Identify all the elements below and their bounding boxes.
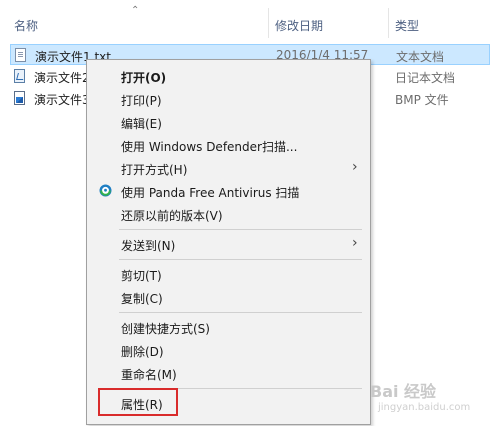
sort-ascending-icon[interactable]: ⌃ [131,6,139,16]
file-type: BMP 文件 [395,93,449,107]
baidu-watermark-url: jingyan.baidu.com [378,402,471,413]
column-header: ⌃ 名称 修改日期 类型 [0,0,491,38]
menu-item-label: 打印(P) [121,94,162,108]
column-divider[interactable] [268,8,269,38]
menu-item-label: 复制(C) [121,292,163,306]
menu-separator [119,229,362,230]
file-name: 演示文件3 [34,93,90,107]
menu-item-edit[interactable]: 编辑(E) [87,111,370,133]
chevron-right-icon: › [352,159,358,175]
menu-item-label: 打开(O) [121,71,167,85]
menu-separator [119,312,362,313]
file-type: 文本文档 [396,50,445,64]
journal-file-icon [14,69,25,83]
column-date-header[interactable]: 修改日期 [275,17,323,34]
context-menu: 打开(O) 打印(P) 编辑(E) 使用 Windows Defender扫描.… [86,59,371,425]
menu-item-send-to[interactable]: 发送到(N) › [87,233,370,255]
menu-item-cut[interactable]: 剪切(T) [87,263,370,285]
chevron-right-icon: › [352,235,358,251]
menu-item-rename[interactable]: 重命名(M) [87,362,370,384]
menu-item-defender-scan[interactable]: 使用 Windows Defender扫描... [87,134,370,156]
menu-item-label: 创建快捷方式(S) [121,322,210,336]
column-type-header[interactable]: 类型 [395,17,419,34]
menu-item-create-shortcut[interactable]: 创建快捷方式(S) [87,316,370,338]
menu-item-print[interactable]: 打印(P) [87,88,370,110]
menu-item-panda-scan[interactable]: 使用 Panda Free Antivirus 扫描 [87,180,370,202]
menu-item-label: 还原以前的版本(V) [121,209,223,223]
file-name: 演示文件2 [34,71,90,85]
menu-item-label: 重命名(M) [121,368,177,382]
text-file-icon [15,48,26,62]
menu-item-label: 打开方式(H) [121,163,188,177]
menu-item-label: 删除(D) [121,345,164,359]
baidu-watermark: Bai 经验 [370,382,437,401]
properties-highlight-box [98,388,178,416]
column-name-header[interactable]: 名称 [14,17,38,34]
menu-item-label: 发送到(N) [121,239,176,253]
column-divider[interactable] [388,8,389,38]
bmp-file-icon [14,91,25,105]
panda-antivirus-icon [99,184,112,197]
menu-item-label: 剪切(T) [121,269,162,283]
menu-item-copy[interactable]: 复制(C) [87,286,370,308]
menu-item-restore-previous[interactable]: 还原以前的版本(V) [87,203,370,225]
menu-item-label: 编辑(E) [121,117,162,131]
menu-item-delete[interactable]: 删除(D) [87,339,370,361]
menu-item-open[interactable]: 打开(O) [87,65,370,87]
menu-item-label: 使用 Panda Free Antivirus 扫描 [121,186,300,200]
menu-separator [119,259,362,260]
file-type: 日记本文档 [395,71,456,85]
menu-item-label: 使用 Windows Defender扫描... [121,140,298,154]
menu-item-open-with[interactable]: 打开方式(H) › [87,157,370,179]
